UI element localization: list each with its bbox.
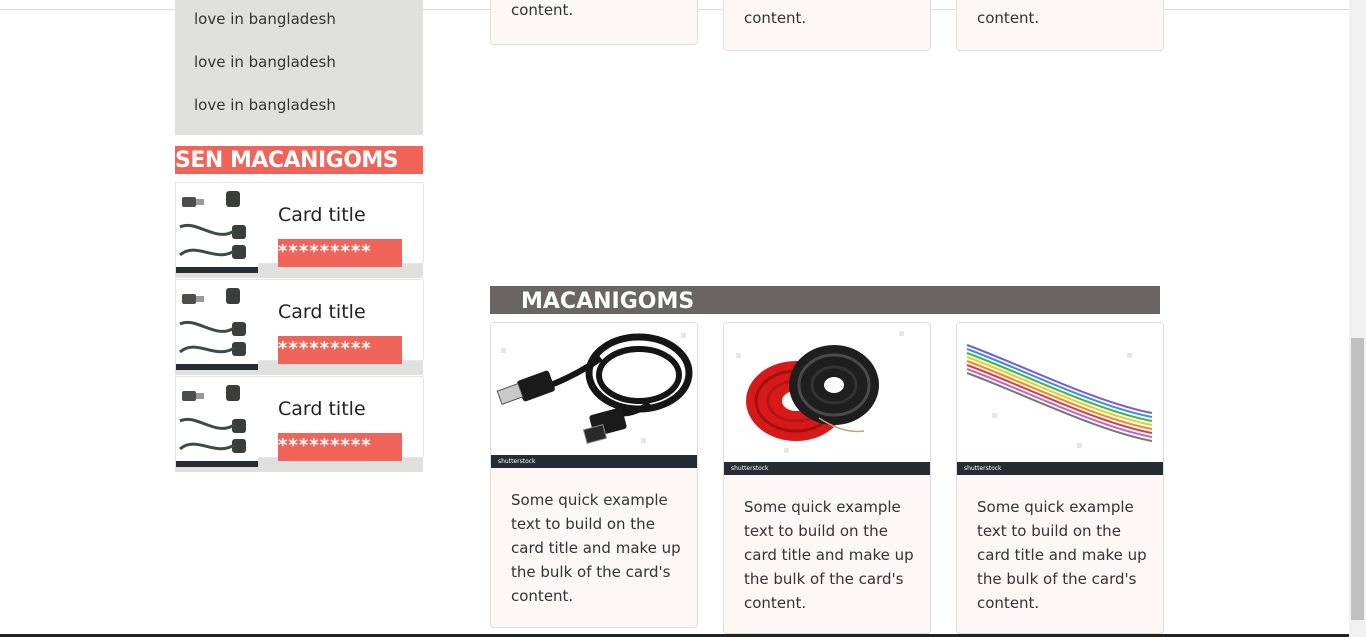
section-heading: MACANIGOMS — [490, 286, 1160, 314]
image-watermark: shutterstock — [491, 455, 697, 468]
sidebar-card-title: Card title — [278, 398, 366, 420]
plug-cable-icon — [176, 377, 258, 467]
sidebar-card-rating: ********* — [278, 239, 402, 267]
sidebar-card-title: Card title — [278, 204, 366, 226]
card[interactable]: content. — [723, 0, 931, 51]
product-card[interactable]: shutterstock Some quick example text to … — [956, 322, 1164, 634]
card-text: Some quick example text to build on the … — [744, 498, 914, 612]
sidebar-list-item[interactable]: love in bangladesh — [194, 10, 336, 28]
sidebar-card[interactable]: Card title ********* — [175, 279, 424, 375]
plug-cable-icon — [176, 280, 258, 370]
sidebar-list-item[interactable]: love in bangladesh — [194, 96, 336, 114]
product-card[interactable]: shutterstock Some quick example text to … — [723, 322, 931, 634]
card-text: Some quick example text to build on the … — [977, 498, 1147, 612]
vertical-scrollbar[interactable] — [1349, 0, 1366, 637]
sidebar-list: love in bangladesh love in bangladesh lo… — [175, 0, 423, 135]
card-text: Some quick example text to build on the … — [511, 491, 681, 605]
sidebar-heading: SEN MACANIGOMS — [175, 146, 423, 174]
wire-coil-icon — [736, 331, 904, 453]
plug-cable-icon — [176, 183, 258, 273]
section-heading-text: MACANIGOMS — [521, 289, 695, 314]
sidebar-card[interactable]: Card title ********* — [175, 182, 424, 278]
sidebar-card[interactable]: Card title ********* — [175, 376, 424, 472]
card[interactable]: content. — [956, 0, 1164, 51]
product-image: shutterstock — [724, 323, 930, 475]
card-text: content. — [511, 1, 574, 19]
card[interactable]: content. — [490, 0, 698, 45]
sidebar-list-item[interactable]: love in bangladesh — [194, 53, 336, 71]
sidebar-card-rating: ********* — [278, 336, 402, 364]
product-image: shutterstock — [957, 323, 1163, 475]
image-watermark: shutterstock — [724, 462, 930, 475]
product-card[interactable]: shutterstock Some quick example text to … — [490, 322, 698, 628]
scrollbar-thumb[interactable] — [1351, 338, 1364, 620]
jumper-wires-icon — [966, 344, 1153, 448]
card-text: content. — [977, 9, 1040, 27]
usb-cable-icon — [496, 333, 693, 444]
sidebar-card-rating: ********* — [278, 433, 402, 461]
sidebar-card-title: Card title — [278, 301, 366, 323]
product-image: shutterstock — [491, 323, 697, 468]
image-watermark: shutterstock — [957, 462, 1163, 475]
card-text: content. — [744, 9, 807, 27]
